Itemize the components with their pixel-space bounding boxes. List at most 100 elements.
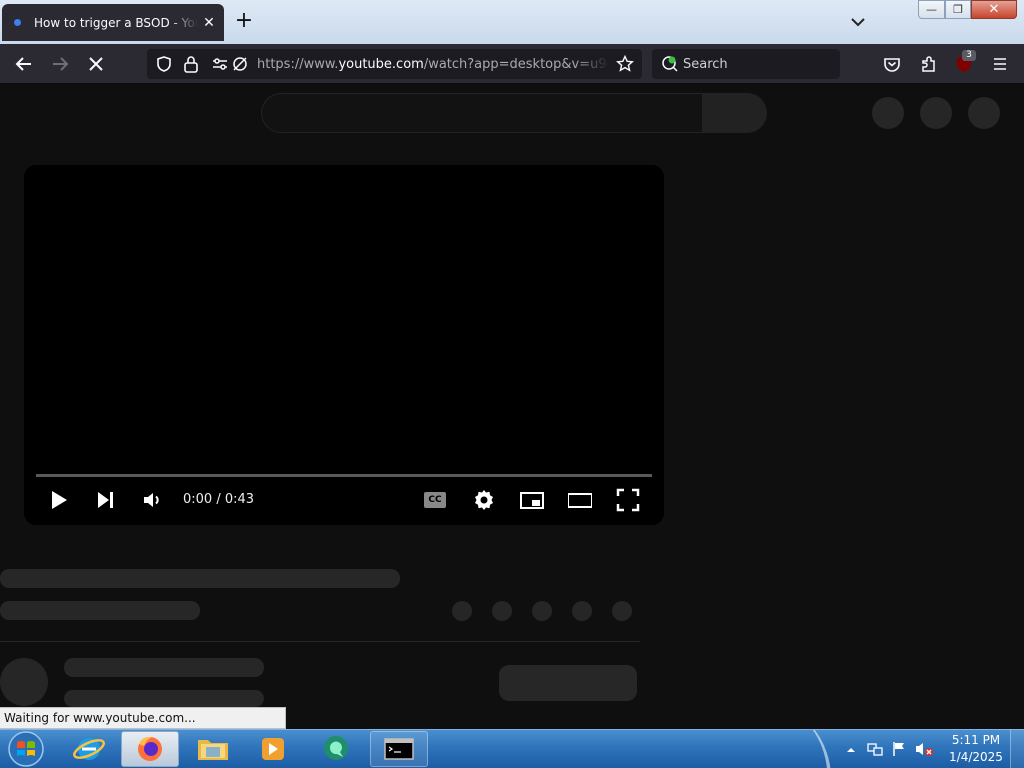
back-button[interactable]: [10, 50, 38, 78]
shield-icon[interactable]: [155, 55, 173, 73]
pocket-button[interactable]: [878, 50, 906, 78]
clock-time[interactable]: 5:11 PM: [948, 733, 1004, 748]
search-engine-icon: [662, 56, 678, 72]
title-bar: How to trigger a BSOD - YouTube ✕ + — ❐ …: [0, 0, 1024, 44]
window-minimize-button[interactable]: —: [918, 0, 945, 19]
window-maximize-button[interactable]: ❐: [945, 0, 971, 19]
windows-logo-icon: [8, 731, 44, 767]
new-tab-button[interactable]: +: [232, 10, 256, 34]
header-icon-placeholder[interactable]: [920, 97, 952, 129]
taskbar-command-prompt[interactable]: [370, 731, 428, 767]
video-title-placeholder: [0, 569, 400, 588]
pocket-icon: [884, 58, 900, 72]
url-bar[interactable]: https://www.youtube.com/watch?app=deskto…: [147, 49, 642, 79]
internet-explorer-icon: [73, 738, 105, 760]
list-all-tabs-button[interactable]: [846, 10, 870, 34]
taskbar: 5:11 PM 1/4/2025: [0, 729, 1024, 768]
system-tray: 5:11 PM 1/4/2025: [840, 730, 1024, 768]
stop-icon: [89, 57, 103, 71]
clock-date[interactable]: 1/4/2025: [944, 750, 1008, 765]
action-button-placeholder[interactable]: [572, 601, 592, 621]
folder-icon: [198, 740, 228, 760]
flag-icon: [893, 742, 904, 756]
forward-icon: [53, 57, 69, 71]
status-text: Waiting for www.youtube.com...: [4, 711, 196, 725]
video-player[interactable]: 0:00 / 0:43 CC: [24, 165, 664, 525]
media-player-icon: [262, 738, 284, 760]
bookmark-star-icon[interactable]: [616, 55, 634, 73]
subscribe-button-placeholder[interactable]: [499, 665, 637, 701]
header-icon-placeholder[interactable]: [872, 97, 904, 129]
next-button[interactable]: [94, 488, 118, 512]
next-icon: [98, 492, 113, 508]
taskbar-decoration: [751, 730, 849, 768]
forward-button[interactable]: [46, 50, 74, 78]
url-host: youtube.com: [338, 57, 424, 72]
fullscreen-icon: [616, 488, 640, 512]
settings-button[interactable]: [472, 488, 496, 512]
network-icon: [867, 743, 883, 756]
action-button-placeholder[interactable]: [532, 601, 552, 621]
channel-name-placeholder: [0, 601, 200, 620]
volume-button[interactable]: [141, 488, 165, 512]
progress-bar[interactable]: [36, 474, 652, 477]
menu-icon: [994, 58, 1006, 70]
chat-icon: [324, 736, 348, 760]
taskbar-internet-explorer[interactable]: [60, 731, 118, 767]
tracking-protection-icon[interactable]: [231, 55, 249, 73]
browser-tab[interactable]: How to trigger a BSOD - YouTube ✕: [2, 4, 224, 41]
start-button[interactable]: [6, 730, 46, 768]
close-icon: ✕: [988, 2, 1000, 17]
play-button[interactable]: [47, 488, 71, 512]
search-placeholder: Search: [683, 57, 728, 72]
app-menu-button[interactable]: [986, 50, 1014, 78]
avatar-placeholder[interactable]: [968, 97, 1000, 129]
taskbar-firefox[interactable]: [121, 731, 179, 767]
permissions-icon[interactable]: [211, 55, 229, 73]
back-icon: [15, 57, 31, 71]
url-text[interactable]: https://www.youtube.com/watch?app=deskto…: [257, 56, 609, 74]
youtube-search-button-placeholder[interactable]: [703, 93, 767, 133]
stop-loading-button[interactable]: [82, 50, 110, 78]
tab-close-button[interactable]: ✕: [200, 14, 218, 32]
search-bar[interactable]: Search: [652, 49, 840, 79]
action-center-button[interactable]: [890, 740, 908, 758]
taskbar-chat-app[interactable]: [306, 731, 364, 767]
theater-mode-button[interactable]: [567, 488, 593, 512]
firefox-icon: [138, 736, 162, 761]
ublock-button[interactable]: 3: [950, 50, 978, 78]
taskbar-file-explorer[interactable]: [184, 731, 242, 767]
volume-tray-button[interactable]: [914, 740, 934, 758]
settings-icon: [475, 490, 493, 510]
extension-badge: 3: [962, 50, 976, 61]
action-button-placeholder[interactable]: [452, 601, 472, 621]
youtube-search-placeholder[interactable]: [261, 93, 703, 133]
extensions-button[interactable]: [914, 50, 942, 78]
action-button-placeholder[interactable]: [492, 601, 512, 621]
play-icon: [52, 491, 67, 509]
show-desktop-button[interactable]: [1010, 730, 1024, 768]
action-button-placeholder[interactable]: [612, 601, 632, 621]
extensions-icon: [922, 56, 935, 72]
command-prompt-icon: [384, 738, 414, 760]
volume-icon: [144, 493, 159, 507]
captions-button[interactable]: CC: [424, 488, 448, 512]
channel-title-placeholder: [64, 658, 264, 677]
lock-icon[interactable]: [183, 55, 199, 73]
window-close-button[interactable]: ✕: [971, 0, 1017, 19]
taskbar-media-player[interactable]: [244, 731, 302, 767]
browser-toolbar: https://www.youtube.com/watch?app=deskto…: [0, 44, 1024, 84]
time-display: 0:00 / 0:43: [183, 492, 255, 507]
subscriber-count-placeholder: [64, 690, 264, 707]
network-tray-button[interactable]: [866, 740, 884, 758]
loading-favicon-icon: [14, 19, 21, 26]
tab-title: How to trigger a BSOD - YouTube: [34, 16, 198, 30]
miniplayer-button[interactable]: [520, 488, 544, 512]
fullscreen-button[interactable]: [616, 488, 640, 512]
restore-icon: ❐: [953, 3, 963, 16]
content-divider: [0, 641, 640, 642]
theater-icon: [567, 493, 593, 508]
minimize-icon: —: [926, 3, 937, 16]
show-hidden-icons-button[interactable]: [844, 742, 858, 756]
miniplayer-icon: [520, 492, 544, 509]
